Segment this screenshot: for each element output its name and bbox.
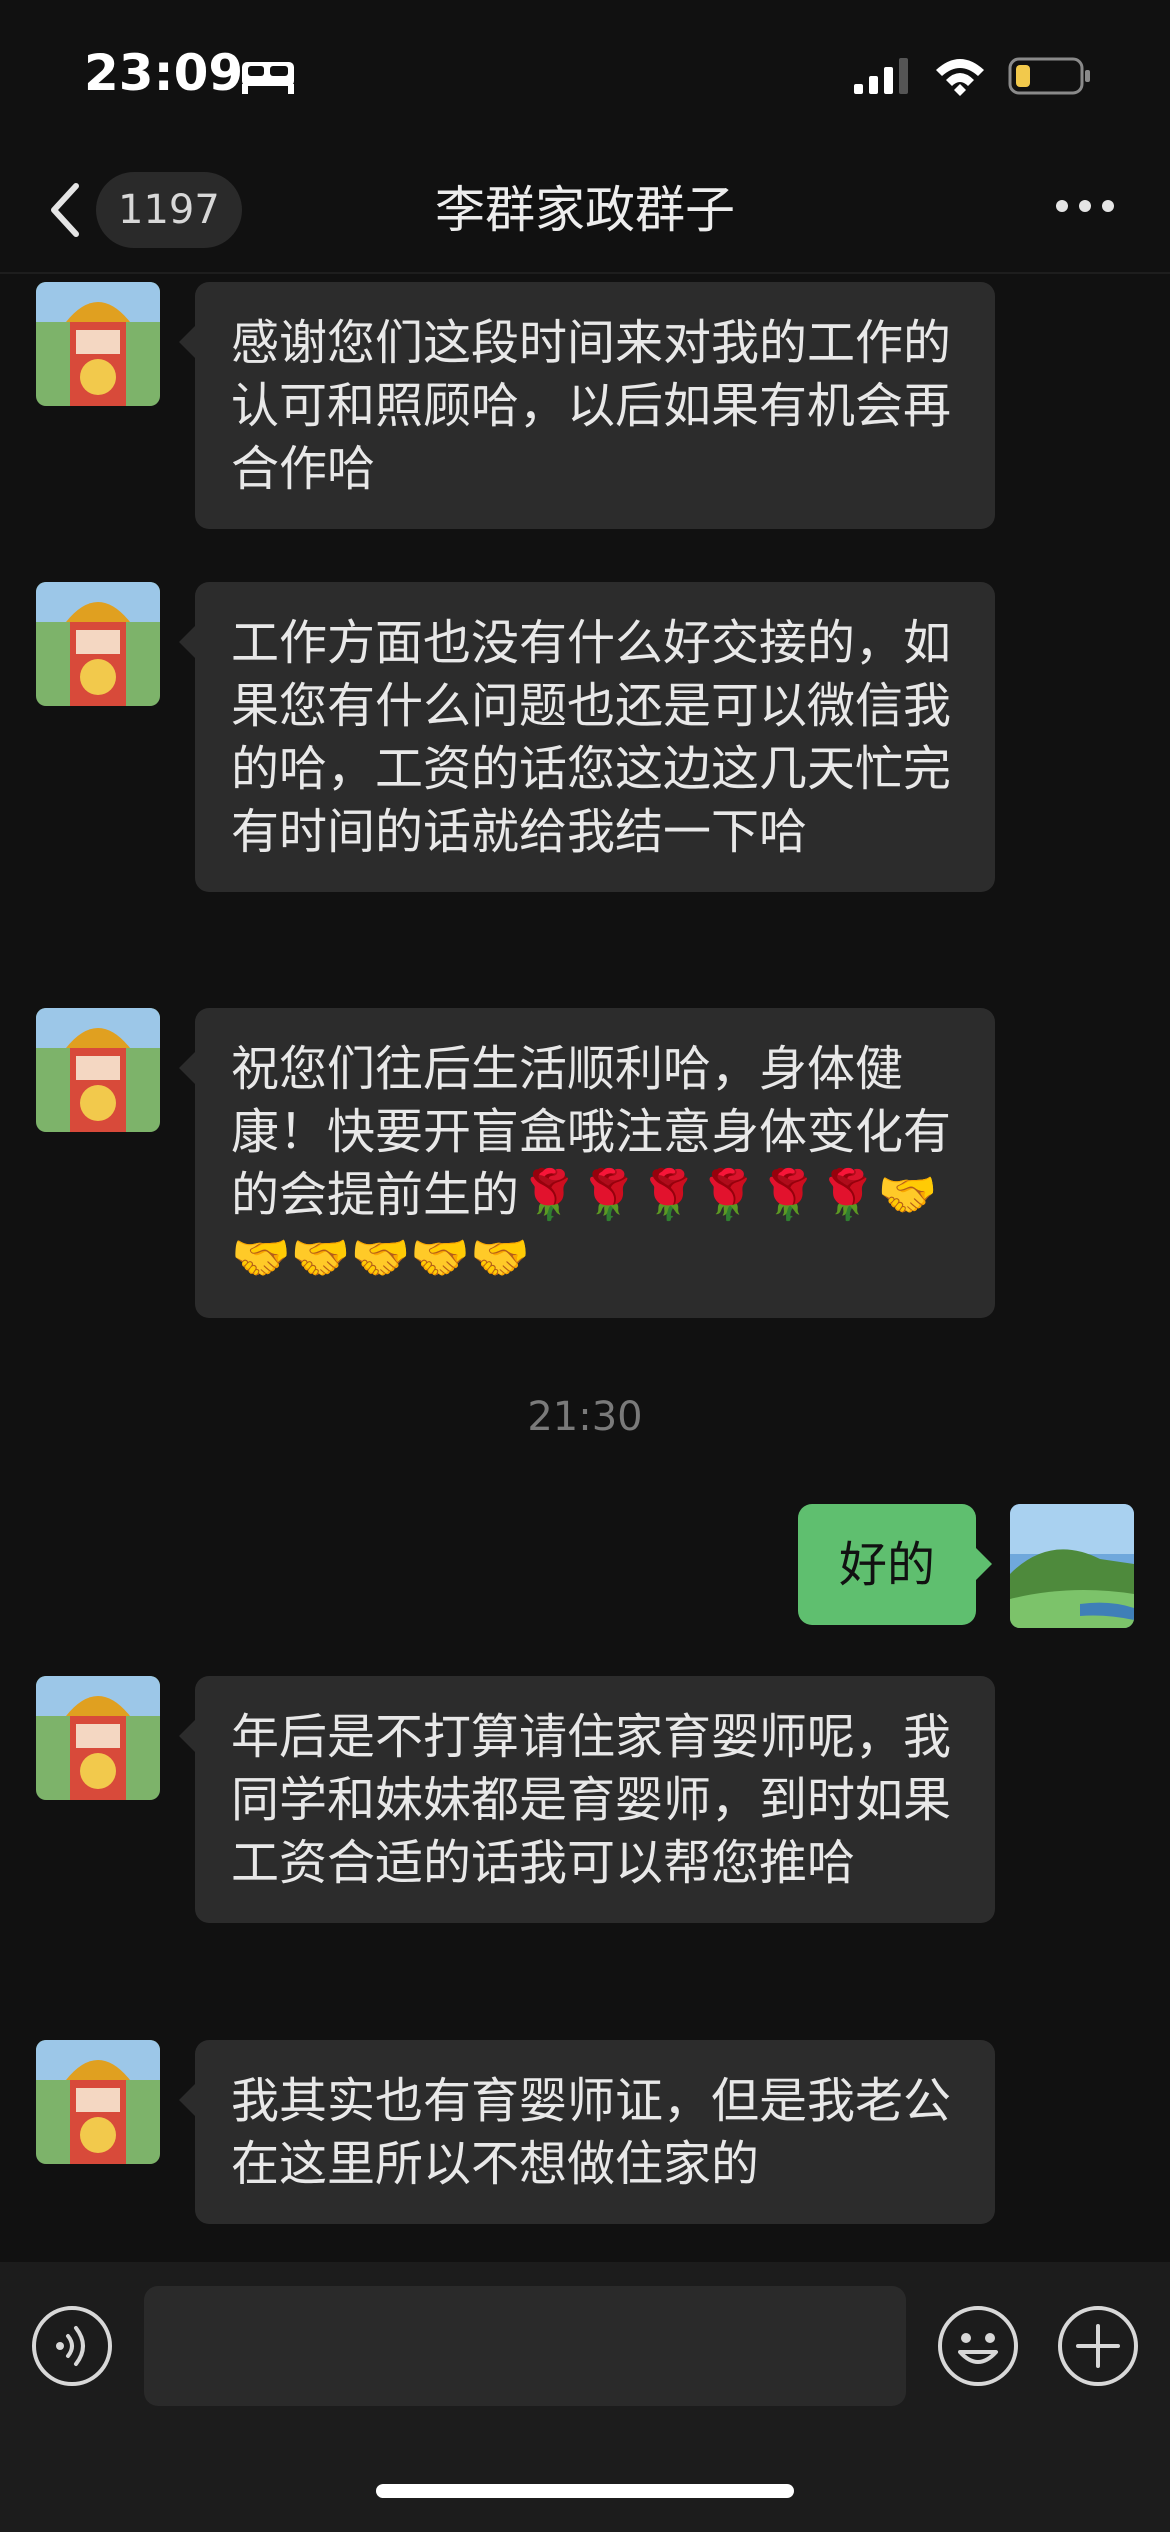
- incoming-message-bubble[interactable]: 我其实也有育婴师证，但是我老公在这里所以不想做住家的: [179, 2040, 995, 2224]
- battery-icon: [1008, 57, 1090, 95]
- status-bar: 23:09: [0, 0, 1170, 150]
- wifi-icon: [936, 59, 984, 96]
- contact-avatar[interactable]: [36, 582, 160, 706]
- more-options-icon[interactable]: [1054, 196, 1116, 216]
- plus-icon[interactable]: [1056, 2304, 1140, 2388]
- incoming-message-bubble[interactable]: 感谢您们这段时间来对我的工作的认可和照顾哈，以后如果有机会再合作哈: [179, 282, 995, 529]
- contact-avatar[interactable]: [36, 1676, 160, 1800]
- contact-avatar[interactable]: [36, 282, 160, 406]
- cellular-signal-icon: [854, 58, 908, 94]
- emoji-icon[interactable]: [936, 2304, 1020, 2388]
- bed-icon: [242, 62, 294, 94]
- message-input[interactable]: [144, 2286, 906, 2406]
- incoming-message-bubble[interactable]: 年后是不打算请住家育婴师呢，我同学和妹妹都是育婴师，到时如果工资合适的话我可以帮…: [179, 1676, 995, 1923]
- contact-avatar[interactable]: [36, 1008, 160, 1132]
- outgoing-message-bubble[interactable]: 好的: [798, 1504, 992, 1625]
- voice-icon[interactable]: [30, 2304, 114, 2388]
- chat-header: 1197 李群家政群子: [0, 150, 1170, 274]
- status-time: 23:09: [84, 44, 244, 102]
- incoming-message-bubble[interactable]: 工作方面也没有什么好交接的，如果您有什么问题也还是可以微信我的哈，工资的话您这边…: [179, 582, 995, 892]
- contact-avatar[interactable]: [36, 2040, 160, 2164]
- home-indicator[interactable]: [376, 2484, 794, 2498]
- message-timestamp: 21:30: [527, 1394, 643, 1440]
- chat-title: 李群家政群子: [435, 181, 735, 239]
- my-avatar[interactable]: [1010, 1504, 1134, 1628]
- incoming-message-bubble[interactable]: 祝您们往后生活顺利哈，身体健康！快要开盲盒哦注意身体变化有的会提前生的🌹🌹🌹🌹🌹…: [179, 1008, 995, 1318]
